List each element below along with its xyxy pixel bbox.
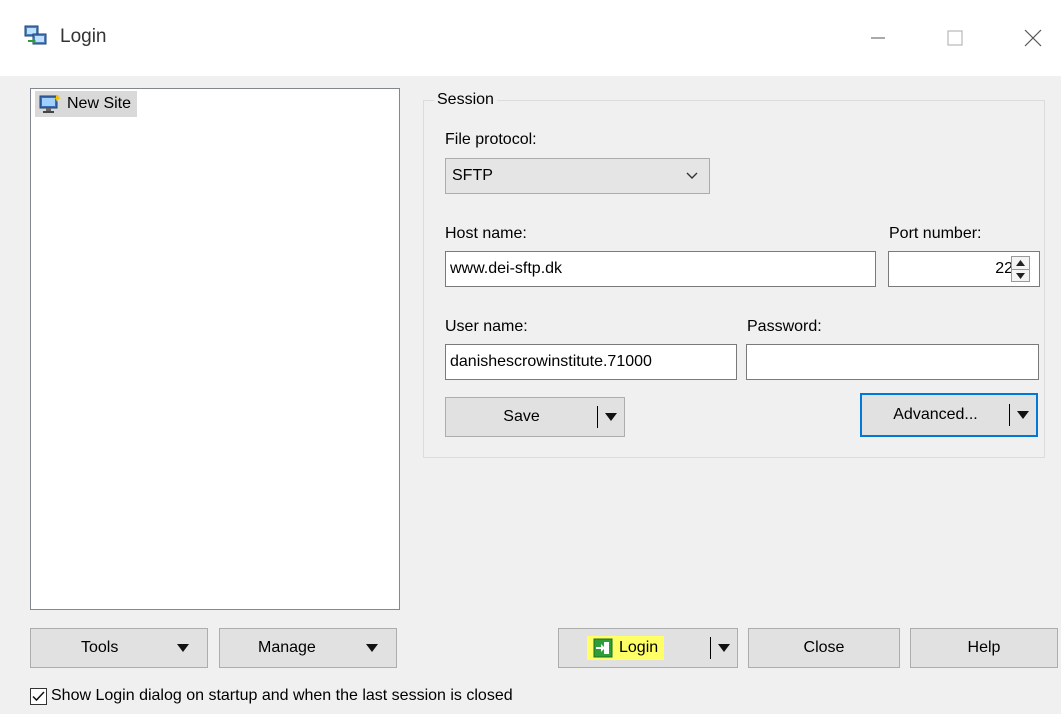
session-legend: Session — [434, 91, 497, 109]
startup-checkbox[interactable] — [30, 687, 47, 705]
user-name-input[interactable]: danishescrowinstitute.71000 — [445, 344, 737, 380]
maximize-icon[interactable] — [935, 18, 975, 58]
caret-up-icon — [1016, 260, 1025, 266]
advanced-dropdown-arrow[interactable] — [1010, 411, 1036, 419]
caret-down-icon — [605, 413, 617, 421]
startup-checkbox-label: Show Login dialog on startup and when th… — [51, 687, 513, 704]
file-protocol-select[interactable]: SFTP — [445, 158, 710, 194]
minimize-icon[interactable] — [858, 18, 898, 58]
check-icon — [32, 690, 45, 701]
save-button[interactable]: Save — [445, 397, 625, 437]
manage-button[interactable]: Manage — [219, 628, 397, 668]
login-button-content: Login — [587, 636, 665, 660]
caret-down-icon — [1017, 411, 1029, 419]
spin-down-icon[interactable] — [1012, 269, 1029, 282]
login-dropdown-arrow[interactable] — [711, 644, 737, 652]
save-dropdown-arrow[interactable] — [598, 413, 624, 421]
site-item-label: New Site — [67, 95, 132, 112]
window-title: Login — [60, 26, 107, 47]
manage-button-label: Manage — [258, 639, 316, 656]
user-name-label: User name: — [445, 318, 528, 335]
advanced-button[interactable]: Advanced... — [860, 393, 1038, 437]
tools-button-label: Tools — [81, 639, 119, 656]
port-spinner[interactable] — [1011, 256, 1030, 282]
host-name-label: Host name: — [445, 225, 527, 242]
caret-down-icon — [366, 644, 378, 652]
password-input[interactable] — [746, 344, 1039, 380]
site-tree[interactable]: New Site — [30, 88, 400, 610]
login-button[interactable]: Login — [558, 628, 738, 668]
chevron-down-icon — [686, 172, 698, 179]
spin-up-icon[interactable] — [1012, 257, 1029, 269]
login-button-label: Login — [619, 639, 659, 656]
startup-checkbox-row[interactable]: Show Login dialog on startup and when th… — [30, 687, 513, 705]
password-label: Password: — [747, 318, 822, 335]
close-button[interactable]: Close — [748, 628, 900, 668]
host-name-input[interactable]: www.dei-sftp.dk — [445, 251, 876, 287]
winscp-login-icon — [24, 25, 47, 45]
close-icon[interactable] — [1013, 18, 1053, 58]
tools-button[interactable]: Tools — [30, 628, 208, 668]
file-protocol-label: File protocol: — [445, 131, 537, 148]
caret-down-icon — [718, 644, 730, 652]
title-bar: Login — [0, 0, 1061, 76]
caret-down-icon — [177, 644, 189, 652]
advanced-button-label: Advanced... — [893, 406, 978, 423]
file-protocol-value: SFTP — [452, 167, 493, 184]
save-button-label: Save — [503, 408, 540, 425]
login-icon — [593, 638, 613, 658]
site-item-new-site[interactable]: New Site — [35, 91, 138, 117]
port-number-label: Port number: — [889, 225, 982, 242]
help-button[interactable]: Help — [910, 628, 1058, 668]
caret-down-icon — [1016, 273, 1025, 279]
computer-new-site-icon — [39, 95, 61, 113]
